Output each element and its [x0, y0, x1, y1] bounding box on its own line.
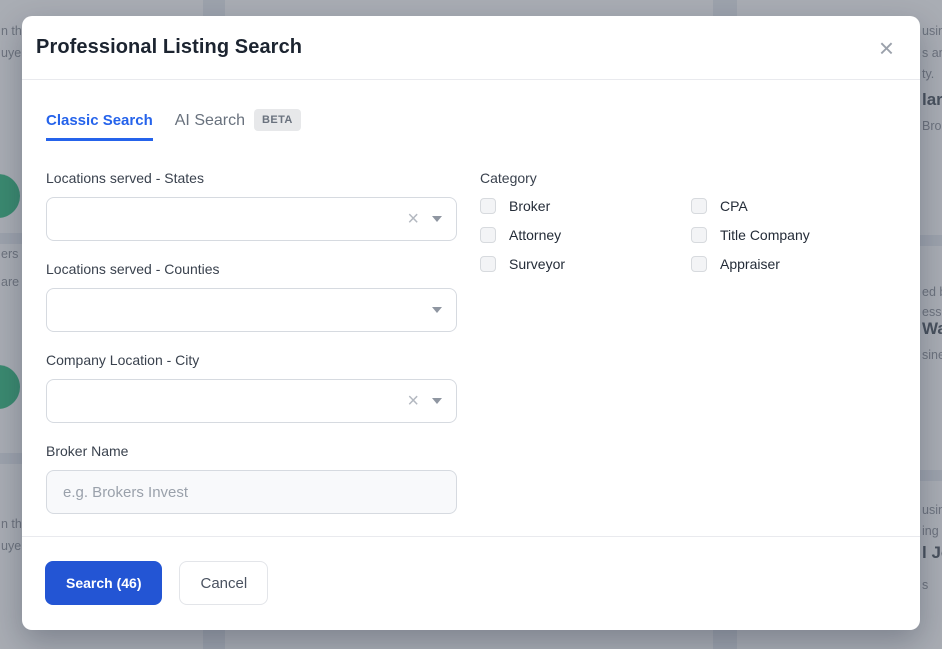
category-label: Category	[480, 170, 896, 186]
dialog-title: Professional Listing Search	[36, 36, 302, 59]
tab-ai-search-label: AI Search	[175, 112, 245, 129]
chevron-down-icon[interactable]	[432, 216, 442, 222]
counties-field-group: Locations served - Counties	[46, 261, 457, 332]
checkbox-cpa[interactable]: CPA	[691, 198, 896, 214]
tab-classic-search[interactable]: Classic Search	[46, 112, 153, 141]
city-select[interactable]: ×	[46, 379, 457, 423]
background-text-fragment: ers	[1, 247, 18, 261]
checkbox-title-company[interactable]: Title Company	[691, 227, 896, 243]
states-select[interactable]: ×	[46, 197, 457, 241]
checkbox-label: Title Company	[720, 227, 810, 243]
category-checkbox-grid: Broker CPA Attorney Title Company	[480, 198, 896, 272]
broker-name-label: Broker Name	[46, 443, 457, 459]
clear-icon[interactable]: ×	[407, 391, 419, 411]
checkbox-label: CPA	[720, 198, 748, 214]
checkbox-icon[interactable]	[691, 198, 707, 214]
background-row-gap	[920, 470, 942, 481]
states-label: Locations served - States	[46, 170, 457, 186]
form-right-column: Category Broker CPA Attorney	[480, 170, 896, 534]
background-text-fragment: esses	[922, 305, 942, 319]
avatar	[0, 174, 20, 218]
states-field-group: Locations served - States ×	[46, 170, 457, 241]
professional-listing-search-dialog: Professional Listing Search × Classic Se…	[22, 16, 920, 630]
background-text-fragment: sine	[922, 348, 942, 362]
background-text-fragment: uye	[1, 539, 21, 553]
background-text-fragment: ing t	[922, 524, 942, 538]
background-text-fragment: n th	[1, 517, 22, 531]
background-row-gap	[0, 453, 22, 464]
counties-select[interactable]	[46, 288, 457, 332]
broker-name-field-group: Broker Name	[46, 443, 457, 514]
dialog-body: Classic Search AI Search BETA Locations s…	[22, 80, 920, 536]
checkbox-icon[interactable]	[480, 227, 496, 243]
search-button[interactable]: Search (46)	[45, 561, 162, 605]
checkbox-label: Surveyor	[509, 256, 565, 272]
checkbox-icon[interactable]	[480, 198, 496, 214]
background-text-fragment: ed b	[922, 285, 942, 299]
search-form: Locations served - States × Locations se…	[46, 170, 896, 534]
counties-label: Locations served - Counties	[46, 261, 457, 277]
background-text-fragment: Walk	[922, 322, 942, 336]
tab-ai-search[interactable]: AI Search BETA	[175, 111, 301, 133]
close-icon[interactable]: ×	[879, 35, 894, 61]
broker-name-input[interactable]	[46, 470, 457, 514]
search-mode-tabs: Classic Search AI Search BETA	[46, 111, 896, 141]
checkbox-label: Broker	[509, 198, 550, 214]
checkbox-label: Attorney	[509, 227, 561, 243]
background-right-strip: usin s an ty. larr Broke ed b esses Walk…	[920, 0, 942, 649]
checkbox-label: Appraiser	[720, 256, 780, 272]
chevron-down-icon[interactable]	[432, 307, 442, 313]
form-left-column: Locations served - States × Locations se…	[46, 170, 457, 534]
cancel-button[interactable]: Cancel	[179, 561, 268, 605]
checkbox-attorney[interactable]: Attorney	[480, 227, 691, 243]
checkbox-icon[interactable]	[691, 227, 707, 243]
checkbox-broker[interactable]: Broker	[480, 198, 691, 214]
avatar	[0, 365, 20, 409]
background-text-fragment: larr	[922, 93, 942, 107]
background-text-fragment: usin	[922, 24, 942, 38]
city-label: Company Location - City	[46, 352, 457, 368]
clear-icon[interactable]: ×	[407, 209, 419, 229]
checkbox-icon[interactable]	[480, 256, 496, 272]
background-text-fragment: usin	[922, 503, 942, 517]
background-row-gap	[920, 235, 942, 246]
dialog-footer: Search (46) Cancel	[22, 536, 920, 630]
background-row-gap	[0, 233, 22, 244]
background-text-fragment: n th	[1, 24, 22, 38]
background-text-fragment: are	[1, 275, 19, 289]
background-text-fragment: ty.	[922, 67, 934, 81]
background-text-fragment: s an	[922, 46, 942, 60]
dialog-header: Professional Listing Search ×	[22, 16, 920, 80]
chevron-down-icon[interactable]	[432, 398, 442, 404]
background-text-fragment: uye	[1, 46, 21, 60]
background-text-fragment: l Jo	[922, 546, 942, 560]
background-left-strip: n th uye ers are n th uye	[0, 0, 22, 649]
checkbox-surveyor[interactable]: Surveyor	[480, 256, 691, 272]
background-text-fragment: s	[922, 578, 928, 592]
checkbox-appraiser[interactable]: Appraiser	[691, 256, 896, 272]
city-field-group: Company Location - City ×	[46, 352, 457, 423]
checkbox-icon[interactable]	[691, 256, 707, 272]
beta-badge: BETA	[254, 109, 301, 131]
background-text-fragment: Broke	[922, 119, 942, 133]
